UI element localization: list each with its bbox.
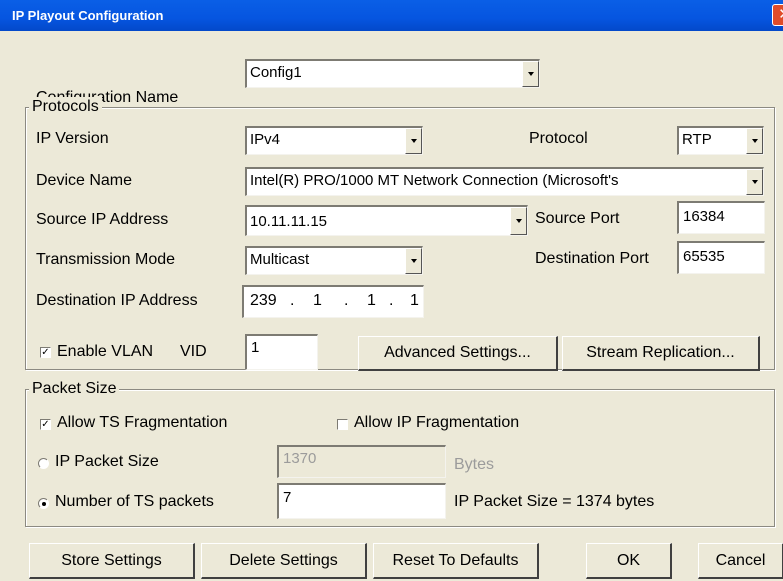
chevron-down-icon[interactable] [522,61,539,87]
allow-ts-frag-checkbox[interactable]: ✓ [40,419,51,430]
protocol-combo[interactable]: RTP [677,126,764,155]
chevron-down-icon[interactable] [746,169,763,195]
ip-dot: . [389,292,394,309]
protocol-label: Protocol [529,130,588,147]
num-ts-packets-label: Number of TS packets [55,493,214,510]
chevron-down-icon[interactable] [405,248,422,274]
transmission-mode-value: Multicast [250,251,310,268]
allow-ip-frag-label: Allow IP Fragmentation [354,414,520,431]
allow-ts-frag-label: Allow TS Fragmentation [57,414,228,431]
ip-version-combo[interactable]: IPv4 [245,126,423,155]
ip-version-value: IPv4 [250,131,281,148]
close-icon[interactable]: ✕ [772,4,783,26]
ip-dot: . [344,292,349,309]
delete-settings-button[interactable]: Delete Settings [201,543,367,579]
ip-packet-size-input[interactable]: 1370 [277,445,446,478]
destination-port-label: Destination Port [535,250,649,267]
ip-packet-size-label: IP Packet Size [55,453,159,470]
computed-packet-size: IP Packet Size = 1374 bytes [454,493,655,510]
destination-ip-label: Destination IP Address [36,292,198,309]
vid-label: VID [180,343,207,360]
ip-octet-4: 1 [410,292,419,309]
ip-octet-2: 1 [313,292,322,309]
source-port-input[interactable]: 16384 [677,201,765,234]
source-ip-label: Source IP Address [36,211,169,228]
bytes-unit-label: Bytes [454,456,495,473]
source-ip-combo[interactable]: 10.11.11.15 [245,205,528,236]
stream-replication-button[interactable]: Stream Replication... [562,336,760,371]
protocols-group-label: Protocols [29,97,102,117]
chevron-down-icon[interactable] [746,128,763,154]
packet-size-group-label: Packet Size [29,379,120,399]
device-name-value: Intel(R) PRO/1000 MT Network Connection … [250,172,619,189]
store-settings-button[interactable]: Store Settings [29,543,195,579]
transmission-mode-label: Transmission Mode [36,251,176,268]
source-ip-value: 10.11.11.15 [250,213,328,230]
source-port-label: Source Port [535,210,620,227]
destination-port-input[interactable]: 65535 [677,241,765,274]
device-name-combo[interactable]: Intel(R) PRO/1000 MT Network Connection … [245,167,764,196]
window-title: IP Playout Configuration [12,8,164,23]
config-name-combo[interactable]: Config1 [245,59,540,88]
allow-ip-frag-checkbox[interactable] [337,419,348,430]
cancel-button[interactable]: Cancel [698,543,783,579]
ok-button[interactable]: OK [586,543,672,579]
ip-dot: . [290,292,295,309]
advanced-settings-button[interactable]: Advanced Settings... [358,336,558,371]
ip-octet-3: 1 [367,292,376,309]
num-ts-packets-radio[interactable] [38,498,49,509]
ip-packet-size-radio[interactable] [38,458,49,469]
ip-version-label: IP Version [36,130,109,147]
protocol-value: RTP [682,131,712,148]
transmission-mode-combo[interactable]: Multicast [245,246,423,275]
enable-vlan-checkbox[interactable]: ✓ [40,347,51,358]
ip-playout-config-dialog: IP Playout Configuration ✕ Configuration… [0,0,783,581]
num-ts-packets-input[interactable]: 7 [277,483,446,519]
chevron-down-icon[interactable] [510,207,527,235]
enable-vlan-label: Enable VLAN [57,343,154,360]
destination-ip-input[interactable]: 239 . 1 . 1 . 1 [242,285,424,318]
vid-input[interactable]: 1 [245,334,318,370]
title-bar[interactable]: IP Playout Configuration ✕ [0,0,783,31]
device-name-label: Device Name [36,172,133,189]
reset-defaults-button[interactable]: Reset To Defaults [373,543,539,579]
chevron-down-icon[interactable] [405,128,422,154]
ip-octet-1: 239 [250,292,277,309]
config-name-value: Config1 [250,64,302,81]
